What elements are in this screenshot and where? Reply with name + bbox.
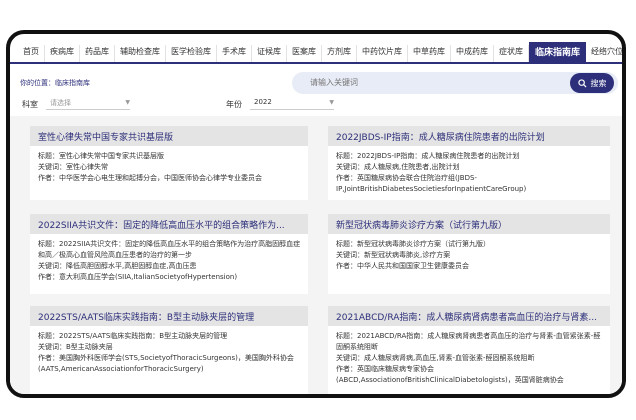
nav-item[interactable]: 经络穴位 [586, 45, 622, 62]
card-line: 标题：2022SIIA共识文件：固定的降低高血压水平的组合策略作为治疗高脂固醇血… [38, 240, 301, 259]
browser-frame: 首页 疾病库 药品库 辅助检查库 医学检验库 手术库 证候库 医案库 方剂库 中药饮片库 中草药库中… [6, 30, 626, 398]
card-line: 作者：美国胸外科医师学会(STS,SocietyofThoracicSurgeo… [38, 354, 294, 373]
guideline-list: 室性心律失常中国专家共识基层版 标题：室性心律失常中国专家共识基层版 关键词：室… [10, 116, 622, 394]
year-select[interactable]: 2022 ▼ [250, 98, 334, 110]
nav-item[interactable]: 中草药库 [408, 45, 451, 62]
guideline-card[interactable]: 2022SIIA共识文件：固定的降低高血压水平的组合策略作为... 标题：202… [30, 214, 308, 294]
card-title[interactable]: 2022STS/AATS临床实践指南：B型主动脉夹层的管理 [30, 306, 308, 326]
card-line: 关键词：成人糖尿病,住院患者,出院计划 [336, 163, 460, 171]
year-label: 年份 [226, 100, 242, 109]
breadcrumb: 你的位置：临床指南库 [20, 79, 90, 87]
nav-item[interactable]: 药品库 [80, 45, 115, 62]
department-select-value: 请选择 [50, 99, 71, 107]
chevron-down-icon: ▼ [125, 99, 130, 106]
chevron-down-icon: ▼ [329, 99, 334, 106]
nav-item[interactable]: 中成药库 [451, 45, 494, 62]
card-line: 作者：意大利高血压学会(SIIA,ItalianSocietyofHyperte… [38, 273, 238, 281]
nav-item[interactable]: 临床指南库 [529, 42, 587, 62]
guideline-card[interactable]: 2022JBDS-IP指南：成人糖尿病住院患者的出院计划 标题：2022JBDS… [328, 126, 610, 200]
card-line: 标题：室性心律失常中国专家共识基层版 [38, 152, 164, 160]
card-line: 标题：2021ABCD/RA指南：成人糖尿病肾病患者高血压的治疗与肾素-血管紧张… [336, 332, 601, 351]
search-bar: 搜索 [292, 72, 618, 94]
department-select[interactable]: 请选择 ▼ [46, 98, 130, 110]
card-line: 标题：2022STS/AATS临床实践指南：B型主动脉夹层的管理 [38, 332, 228, 340]
nav-item[interactable]: 疾病库 [45, 45, 80, 62]
nav-item[interactable]: 首页 [18, 45, 45, 62]
nav-item[interactable]: 医学检验库 [166, 45, 217, 62]
card-line: 标题：新型冠状病毒肺炎诊疗方案（试行第九版） [336, 240, 490, 248]
nav-item[interactable]: 证候库 [252, 45, 287, 62]
search-input[interactable] [308, 77, 512, 88]
nav-item[interactable]: 症状库 [494, 45, 529, 62]
year-select-value: 2022 [254, 98, 272, 106]
guideline-card[interactable]: 室性心律失常中国专家共识基层版 标题：室性心律失常中国专家共识基层版 关键词：室… [30, 126, 308, 200]
department-label: 科室 [22, 100, 38, 109]
card-line: 作者：中华医学会心电生理和起搏分会，中国医师协会心律学专业委员会 [38, 174, 262, 182]
card-line: 关键词：降低高胆固醇水平,高胆固醇血症,高血压患 [38, 262, 197, 270]
card-title[interactable]: 室性心律失常中国专家共识基层版 [30, 126, 308, 146]
nav-item[interactable]: 中药饮片库 [357, 45, 408, 62]
card-line: 作者：英国糖尿病协会联合住院治疗组(JBDS-IP,JointBritishDi… [336, 174, 527, 193]
card-line: 关键词：成人糖尿病肾病,高血压,肾素-血管张素-醛固酮系统阻断 [336, 354, 535, 362]
search-button[interactable]: 搜索 [570, 73, 614, 93]
card-line: 标题：2022JBDS-IP指南：成人糖尿病住院患者的出院计划 [336, 152, 520, 160]
nav-item[interactable]: 辅助检查库 [115, 45, 166, 62]
nav-item[interactable]: 手术库 [217, 45, 252, 62]
card-line: 关键词：室性心律失常 [38, 163, 108, 171]
card-title[interactable]: 2021ABCD/RA指南：成人糖尿病肾病患者高血压的治疗与肾素... [328, 306, 610, 326]
card-line: 关键词：新型冠状病毒肺炎,诊疗方案 [336, 251, 451, 259]
nav-item[interactable]: 方剂库 [322, 45, 357, 62]
guideline-card[interactable]: 2022STS/AATS临床实践指南：B型主动脉夹层的管理 标题：2022STS… [30, 306, 308, 394]
search-button-label: 搜索 [590, 78, 607, 88]
main-nav: 首页 疾病库 药品库 辅助检查库 医学检验库 手术库 证候库 医案库 方剂库 中药饮片库 中草药库中… [10, 42, 622, 64]
guideline-card[interactable]: 2021ABCD/RA指南：成人糖尿病肾病患者高血压的治疗与肾素... 标题：2… [328, 306, 610, 394]
card-line: 作者：中华人民共和国国家卫生健康委员会 [336, 262, 469, 270]
card-line: 作者：英国临床糖尿病专家协会(ABCD,AssociationofBritish… [336, 365, 564, 384]
card-title[interactable]: 2022SIIA共识文件：固定的降低高血压水平的组合策略作为... [30, 214, 308, 234]
guideline-card[interactable]: 新型冠状病毒肺炎诊疗方案（试行第九版） 标题：新型冠状病毒肺炎诊疗方案（试行第九… [328, 214, 610, 294]
card-title[interactable]: 新型冠状病毒肺炎诊疗方案（试行第九版） [328, 214, 610, 234]
card-line: 关键词：B型主动脉夹层 [38, 343, 113, 351]
nav-item[interactable]: 医案库 [287, 45, 322, 62]
card-title[interactable]: 2022JBDS-IP指南：成人糖尿病住院患者的出院计划 [328, 126, 610, 146]
search-icon [577, 78, 587, 88]
